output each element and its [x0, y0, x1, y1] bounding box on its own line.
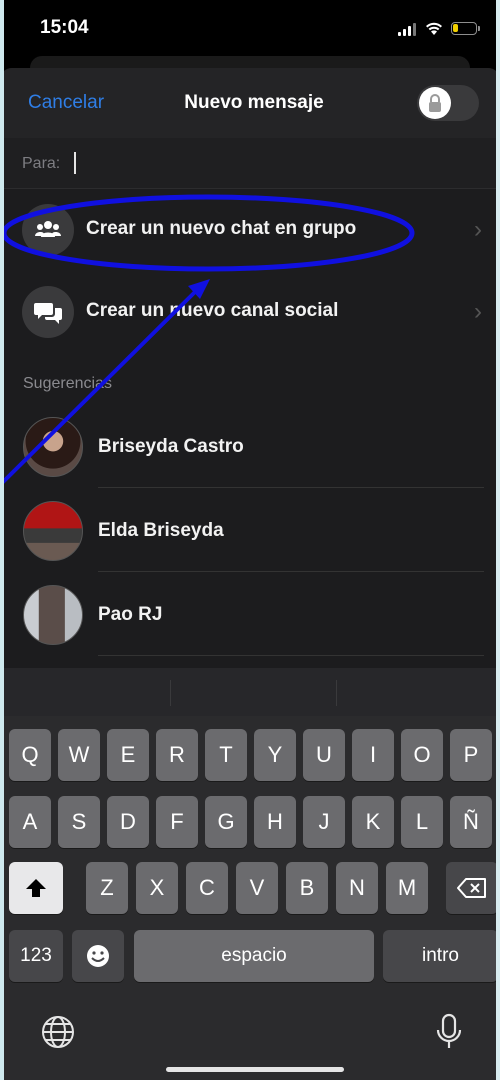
delete-key[interactable] [446, 862, 498, 914]
chat-bubbles-icon [22, 286, 74, 338]
left-edge [0, 0, 4, 1080]
key-a[interactable]: A [9, 796, 51, 848]
emoji-key[interactable] [72, 930, 124, 982]
key-r[interactable]: R [156, 729, 198, 781]
key-f[interactable]: F [156, 796, 198, 848]
avatar [23, 501, 83, 561]
key-g[interactable]: G [205, 796, 247, 848]
key-t[interactable]: T [205, 729, 247, 781]
key-j[interactable]: J [303, 796, 345, 848]
delete-icon [457, 878, 486, 898]
section-header: Sugerencias [23, 375, 112, 392]
chevron-right-icon: › [474, 298, 482, 325]
status-bar: 15:04 [0, 0, 500, 60]
status-time: 15:04 [40, 17, 89, 38]
recipient-label: Para: [22, 155, 61, 172]
key-w[interactable]: W [58, 729, 100, 781]
space-key[interactable]: espacio [134, 930, 374, 982]
key-n[interactable]: N [336, 862, 378, 914]
contact-row[interactable]: Elda Briseyda [0, 488, 500, 572]
create-social-channel-row[interactable]: Crear un nuevo canal social › [0, 272, 500, 352]
key-e[interactable]: E [107, 729, 149, 781]
key-x[interactable]: X [136, 862, 178, 914]
key-z[interactable]: Z [86, 862, 128, 914]
battery-level [453, 24, 458, 32]
keyboard: QWERTYUIOP ASDFGHJKLÑ ZXCVBNM 123 espaci… [0, 668, 500, 1080]
key-k[interactable]: K [352, 796, 394, 848]
avatar [23, 417, 83, 477]
key-m[interactable]: M [386, 862, 428, 914]
avatar [23, 585, 83, 645]
divider [336, 680, 337, 706]
battery-icon [451, 22, 480, 35]
contact-name: Elda Briseyda [98, 520, 224, 541]
navigation-bar: Cancelar Nuevo mensaje [0, 68, 500, 138]
key-l[interactable]: L [401, 796, 443, 848]
chevron-right-icon: › [474, 216, 482, 243]
key-u[interactable]: U [303, 729, 345, 781]
key-c[interactable]: C [186, 862, 228, 914]
key-b[interactable]: B [286, 862, 328, 914]
contact-name: Pao RJ [98, 604, 163, 625]
key-i[interactable]: I [352, 729, 394, 781]
screen: 15:04 Cancelar Nuevo mensaje Para: Crear… [0, 0, 500, 1080]
create-group-chat-row[interactable]: Crear un nuevo chat en grupo › [0, 190, 500, 270]
secret-chat-toggle[interactable] [417, 85, 479, 121]
toggle-knob [419, 87, 451, 119]
contact-row[interactable]: Pao RJ [0, 572, 500, 656]
key-y[interactable]: Y [254, 729, 296, 781]
key-h[interactable]: H [254, 796, 296, 848]
numbers-key[interactable]: 123 [9, 930, 63, 982]
predictive-bar [0, 668, 500, 716]
home-indicator [166, 1067, 344, 1072]
key-v[interactable]: V [236, 862, 278, 914]
shift-icon [26, 879, 46, 897]
key-d[interactable]: D [107, 796, 149, 848]
cellular-signal-icon [398, 22, 418, 36]
key-o[interactable]: O [401, 729, 443, 781]
contact-row[interactable]: Briseyda Castro [0, 404, 500, 488]
globe-icon[interactable] [40, 1014, 76, 1055]
divider [98, 655, 484, 656]
group-icon [22, 204, 74, 256]
recipient-field[interactable]: Para: [0, 138, 500, 189]
text-cursor [74, 152, 76, 174]
shift-key[interactable] [9, 862, 63, 914]
key-p[interactable]: P [450, 729, 492, 781]
contact-name: Briseyda Castro [98, 436, 244, 457]
new-message-sheet: Cancelar Nuevo mensaje Para: Crear un nu… [0, 68, 500, 668]
create-social-channel-label: Crear un nuevo canal social [86, 300, 339, 321]
microphone-icon[interactable] [434, 1012, 464, 1057]
create-group-chat-label: Crear un nuevo chat en grupo [86, 218, 357, 239]
emoji-icon [87, 945, 109, 967]
key-s[interactable]: S [58, 796, 100, 848]
return-key[interactable]: intro [383, 930, 498, 982]
key-ñ[interactable]: Ñ [450, 796, 492, 848]
divider [170, 680, 171, 706]
right-edge [496, 0, 500, 1080]
lock-icon [429, 94, 441, 112]
key-q[interactable]: Q [9, 729, 51, 781]
wifi-icon [424, 20, 444, 36]
